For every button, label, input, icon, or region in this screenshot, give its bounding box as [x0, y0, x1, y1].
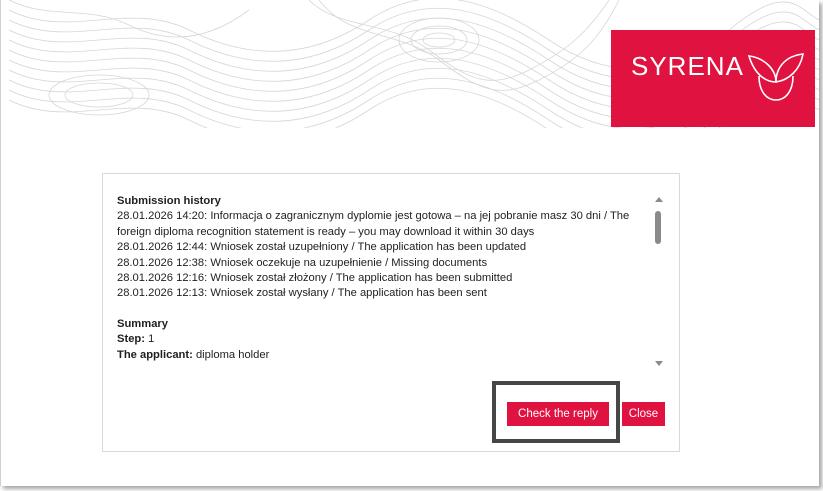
summary-applicant: The applicant: diploma holder — [117, 348, 647, 363]
summary-heading: Summary — [117, 317, 168, 330]
applicant-value: diploma holder — [192, 348, 270, 361]
logo-text: SYRENA — [631, 51, 744, 81]
history-entry: foreign diploma recognition statement is… — [117, 225, 535, 238]
syrena-logo: SYRENA — [611, 30, 815, 127]
step-label: Step: — [117, 333, 145, 346]
applicant-label: The applicant: — [117, 348, 193, 361]
history-entry: 28.01.2026 12:16: Wniosek został złożony… — [117, 272, 513, 285]
history-entry: 28.01.2026 12:38: Wniosek oczekuje na uz… — [117, 256, 488, 269]
step-value: 1 — [144, 333, 155, 346]
summary-step: Step: 1 — [117, 332, 647, 347]
topographic-header-pattern: SYRENA — [9, 0, 819, 128]
close-button[interactable]: Close — [622, 402, 665, 426]
history-scroll-area[interactable]: Submission history 28.01.2026 14:20: Inf… — [117, 194, 647, 374]
history-entry: 28.01.2026 14:20: Informacja o zagranicz… — [117, 210, 630, 223]
app-window: SYRENA Submission history 28.01.2026 14:… — [0, 0, 819, 486]
scrollbar-thumb[interactable] — [655, 211, 661, 244]
highlight-box — [492, 381, 620, 443]
history-entry: 28.01.2026 12:13: Wniosek został wysłany… — [117, 287, 487, 300]
scroll-down-arrow-icon[interactable] — [655, 361, 663, 366]
scroll-up-arrow-icon[interactable] — [655, 197, 663, 202]
history-heading: Submission history — [117, 195, 221, 207]
leaf-logo-icon — [747, 53, 804, 101]
vertical-scrollbar[interactable] — [652, 194, 664, 374]
history-entry: 28.01.2026 12:44: Wniosek został uzupełn… — [117, 241, 527, 254]
